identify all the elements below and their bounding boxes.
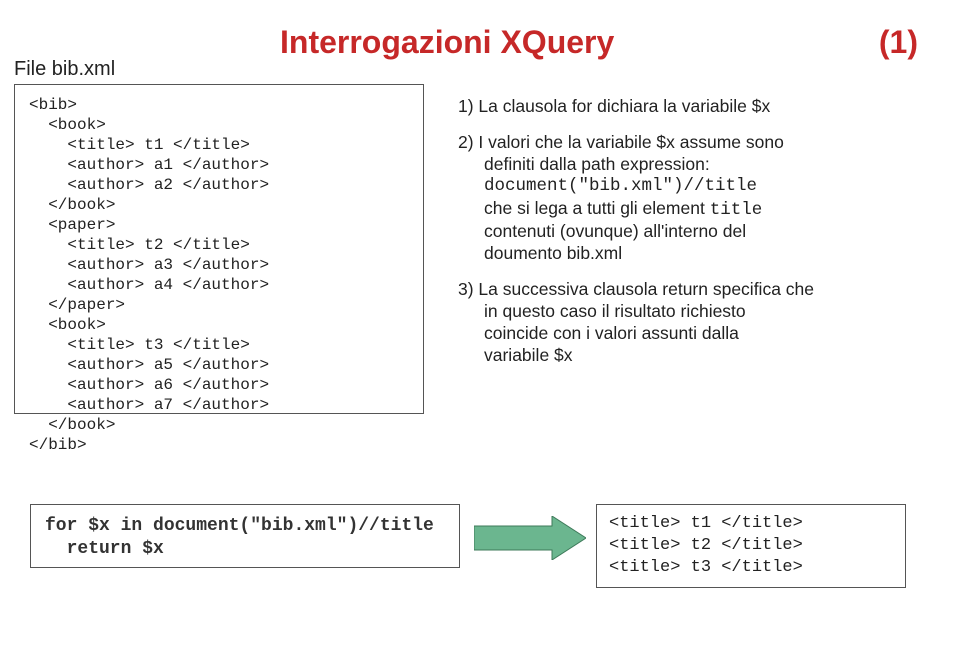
explain-3-line4: variabile $x (458, 345, 926, 367)
explain-point-3: 3) La successiva clausola return specifi… (458, 279, 926, 367)
query-box: for $x in document("bib.xml")//title ret… (30, 504, 460, 568)
slide-title: Interrogazioni XQuery (280, 24, 614, 61)
explain-3-line2: in questo caso il risultato richiesto (458, 301, 926, 323)
explain-3-line3: coincide con i valori assunti dalla (458, 323, 926, 345)
explain-2-line2: definiti dalla path expression: (458, 154, 926, 176)
explain-3-line1: 3) La successiva clausola return specifi… (458, 279, 926, 301)
explain-2-line4: che si lega a tutti gli element title (458, 198, 926, 222)
explain-2-line4b: title (710, 200, 763, 220)
explain-point-2: 2) I valori che la variabile $x assume s… (458, 132, 926, 265)
xml-source-box: <bib> <book> <title> t1 </title> <author… (14, 84, 424, 414)
explain-2-code: document("bib.xml")//title (458, 176, 926, 198)
slide-number: (1) (879, 24, 918, 61)
file-label: File bib.xml (14, 58, 115, 81)
explain-2-line4a: che si lega a tutti gli element (484, 198, 710, 218)
result-box: <title> t1 </title> <title> t2 </title> … (596, 504, 906, 588)
explain-point-1: 1) La clausola for dichiara la variabile… (458, 96, 926, 118)
arrow-icon (474, 516, 586, 560)
explain-2-line1: 2) I valori che la variabile $x assume s… (458, 132, 926, 154)
explain-2-line5: contenuti (ovunque) all'interno del (458, 221, 926, 243)
explain-2-line6: doumento bib.xml (458, 243, 926, 265)
explanation-block: 1) La clausola for dichiara la variabile… (458, 96, 926, 367)
header-row: File bib.xml Interrogazioni XQuery (1) (0, 18, 960, 58)
